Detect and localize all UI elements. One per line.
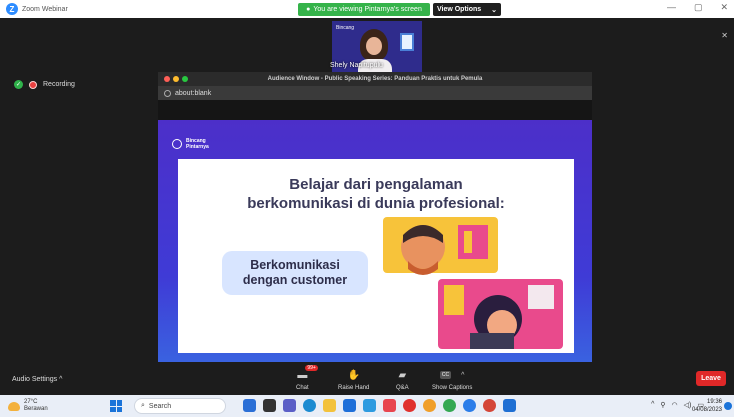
weather-desc: Berawan: [24, 406, 48, 412]
chevron-down-icon: ⌄: [491, 6, 498, 14]
hand-icon: ✋: [347, 369, 360, 381]
view-options-button[interactable]: View Options ⌄: [433, 3, 501, 16]
panel-close-icon[interactable]: ✕: [721, 31, 728, 40]
edge-icon[interactable]: [303, 399, 316, 412]
show-captions-label: Show Captions: [432, 385, 473, 391]
windows-start-icon[interactable]: [110, 400, 122, 412]
illus-window-bar: [464, 231, 472, 253]
minimize-icon[interactable]: —: [667, 2, 676, 13]
weather-widget[interactable]: 27°C Berawan: [8, 399, 48, 413]
outlook-icon[interactable]: [503, 399, 516, 412]
slide-logo-line2: Pintarnya: [186, 144, 209, 150]
chevron-up-icon: ^: [59, 376, 63, 383]
qa-label: Q&A: [396, 385, 409, 391]
address-url: about:blank: [175, 89, 212, 97]
qr-code-icon: [400, 33, 414, 51]
chrome-alt-icon[interactable]: [443, 399, 456, 412]
pocket-icon[interactable]: [383, 399, 396, 412]
window-controls: — ▢ ✕: [667, 2, 728, 13]
participant-name: Shely Napitupulu: [330, 62, 383, 69]
zoom-titlebar: Z Zoom Webinar ● You are viewing Pintarn…: [0, 0, 734, 18]
record-icon: [29, 80, 37, 89]
recording-indicator: ✓ Recording: [14, 80, 75, 89]
taskbar-search[interactable]: ⌕ Search: [134, 398, 226, 414]
banner-text: You are viewing Pintarnya's screen: [313, 6, 422, 13]
window-title: Zoom Webinar: [22, 5, 68, 13]
slide-heading-line1: Belajar dari pengalaman: [289, 176, 463, 193]
chat-icon: ▬ 99+: [297, 365, 318, 381]
bulb-logo-icon: [172, 139, 182, 149]
slide-heading-line2: berkomunikasi di dunia profesional:: [247, 195, 505, 212]
zoom-logo-icon: Z: [6, 3, 18, 15]
participant-face: [366, 37, 382, 55]
recording-label: Recording: [43, 81, 75, 88]
search-icon: ⌕: [141, 402, 145, 409]
cc-badge: CC: [439, 371, 452, 379]
chat-button[interactable]: ▬ 99+ Chat: [296, 365, 318, 391]
clock-time: 19:36: [706, 399, 722, 405]
screen-share-banner: ● You are viewing Pintarnya's screen: [298, 3, 430, 16]
meeting-controls: Audio Settings ^ ▬ 99+ Chat ✋ Raise Hand …: [0, 364, 734, 394]
firefox-icon[interactable]: [423, 399, 436, 412]
slide-heading: Belajar dari pengalaman berkomunikasi di…: [178, 175, 574, 213]
shield-check-icon: ●: [306, 6, 311, 13]
taskbar: 27°C Berawan ⌕ Search ^ ⚲ ◠ ◁) ▭ 19:36 0…: [0, 395, 734, 417]
illus-picture-frame: [528, 285, 554, 309]
chevron-up-icon: ^: [461, 371, 465, 379]
illus-lamp: [444, 285, 464, 315]
info-icon: [164, 89, 171, 97]
task-view-icon[interactable]: [263, 399, 276, 412]
audience-window-title: Audience Window - Public Speaking Series…: [267, 76, 483, 82]
shield-icon: ✓: [14, 80, 23, 89]
cloud-sun-icon: [8, 401, 20, 411]
taskbar-apps: [243, 399, 516, 412]
chrome-profile-icon[interactable]: [483, 399, 496, 412]
show-captions-button[interactable]: CC ^ Show Captions: [432, 368, 472, 391]
chat-label: Chat: [296, 385, 309, 391]
clock-date: 04/08/2023: [691, 407, 722, 413]
slide-topic-pill: Berkomunikasi dengan customer: [222, 251, 368, 295]
search-label: Search: [148, 402, 172, 410]
customer-service-illustration: [383, 217, 563, 349]
chrome-icon[interactable]: [403, 399, 416, 412]
address-bar[interactable]: about:blank: [158, 86, 592, 100]
slide-card: Belajar dari pengalaman berkomunikasi di…: [178, 159, 574, 353]
video-brand-label: Bincang: [336, 25, 355, 31]
presentation-slide: Bincang Pintarnya Belajar dari pengalama…: [158, 120, 592, 362]
taskbar-clock[interactable]: 19:36 04/08/2023: [692, 398, 722, 414]
volume-icon[interactable]: ◁): [684, 401, 692, 409]
captions-icon: CC ^: [439, 368, 465, 382]
wifi-icon[interactable]: ◠: [672, 401, 678, 409]
audience-window: Audience Window - Public Speaking Series…: [158, 72, 592, 362]
screen: Z Zoom Webinar ● You are viewing Pintarn…: [0, 0, 734, 417]
chevron-up-icon[interactable]: ^: [651, 401, 654, 409]
taskbar-app-icon[interactable]: [243, 399, 256, 412]
audio-settings-label: Audio Settings: [12, 376, 58, 383]
raise-hand-label: Raise Hand: [338, 385, 370, 391]
slide-logo: Bincang Pintarnya: [172, 138, 209, 150]
qa-button[interactable]: ▰ Q&A: [396, 368, 409, 392]
leave-button[interactable]: Leave: [696, 371, 726, 386]
close-icon[interactable]: ✕: [720, 2, 728, 13]
qa-icon: ▰: [398, 369, 407, 381]
zoom-meeting-icon[interactable]: [463, 399, 476, 412]
illus-laptop: [470, 333, 514, 349]
content-header-strip: [158, 100, 592, 120]
audience-window-titlebar: Audience Window - Public Speaking Series…: [158, 72, 592, 86]
chat-badge: 99+: [305, 365, 318, 371]
slide-pill-line2: dengan customer: [242, 273, 348, 287]
chat-app-icon[interactable]: [283, 399, 296, 412]
illus-window-top: [458, 225, 488, 259]
weather-temp: 27°C: [24, 399, 38, 405]
zoom-app-icon[interactable]: [363, 399, 376, 412]
store-icon[interactable]: [343, 399, 356, 412]
view-options-label: View Options: [436, 6, 482, 13]
maximize-icon[interactable]: ▢: [694, 2, 703, 13]
notification-icon[interactable]: [724, 402, 732, 410]
slide-pill-line1: Berkomunikasi: [250, 258, 340, 272]
file-explorer-icon[interactable]: [323, 399, 336, 412]
raise-hand-button[interactable]: ✋ Raise Hand: [338, 368, 370, 392]
location-icon: ⚲: [660, 402, 666, 409]
audio-settings-button[interactable]: Audio Settings ^: [12, 376, 62, 383]
